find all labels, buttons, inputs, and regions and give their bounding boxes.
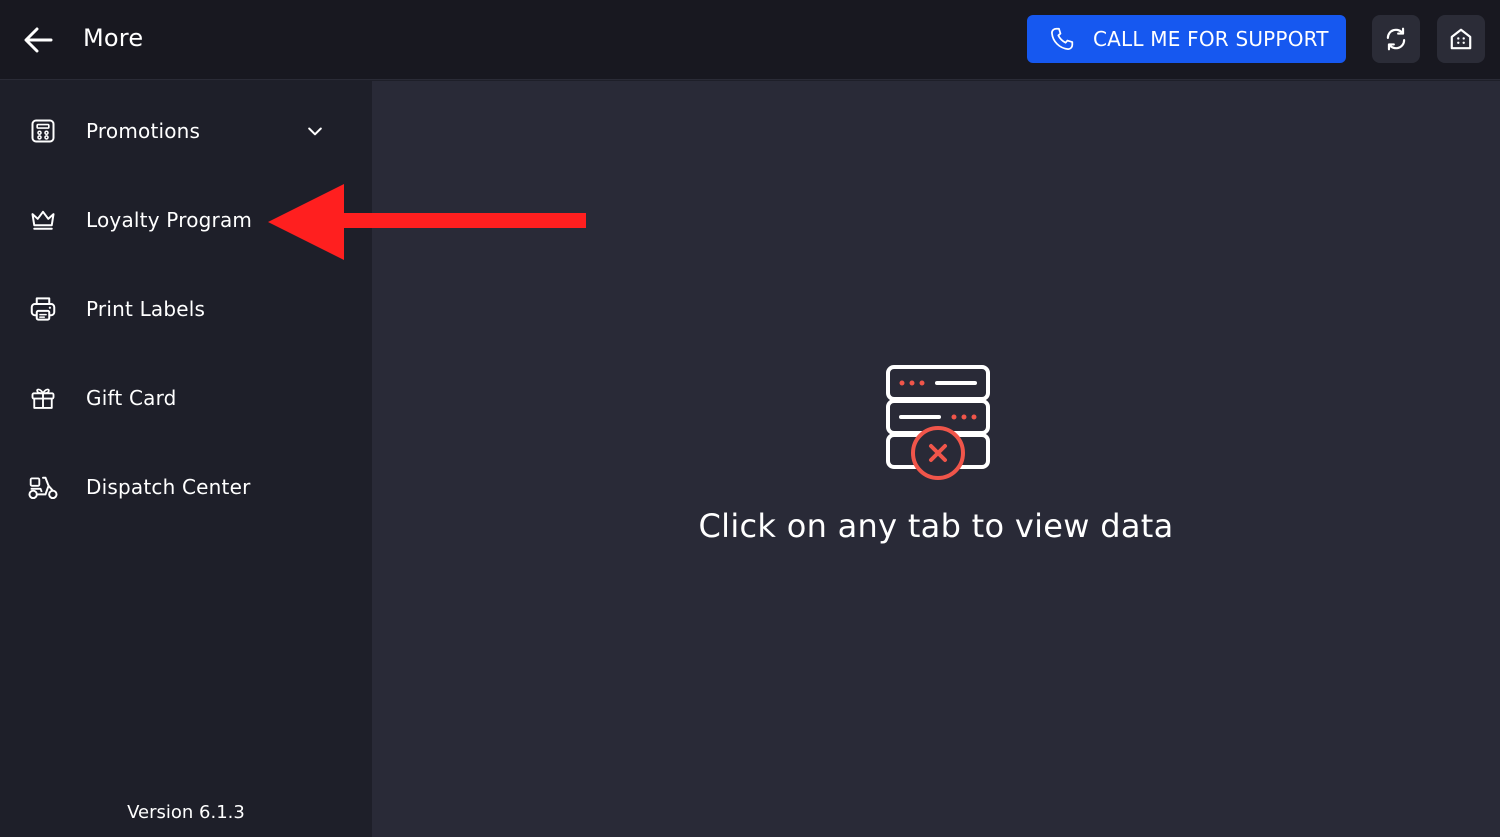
- gift-icon: [27, 382, 59, 414]
- app-window: More CALL ME FOR SUPPORT Promotions Loya…: [0, 0, 1500, 837]
- sidebar-item-label: Gift Card: [86, 386, 177, 410]
- scooter-icon: [27, 471, 59, 503]
- main-content: Click on any tab to view data: [372, 81, 1500, 837]
- server-error-icon: [885, 365, 993, 483]
- sidebar: Promotions Loyalty Program Print Labels …: [0, 81, 372, 837]
- home-button[interactable]: [1437, 15, 1485, 63]
- sidebar-item-gift-card[interactable]: Gift Card: [0, 368, 372, 428]
- empty-state-message: Click on any tab to view data: [698, 507, 1174, 545]
- chevron-down-icon[interactable]: [303, 119, 327, 143]
- sidebar-item-label: Loyalty Program: [86, 208, 253, 232]
- printer-icon: [27, 293, 59, 325]
- sidebar-item-print-labels[interactable]: Print Labels: [0, 279, 372, 339]
- refresh-button[interactable]: [1372, 15, 1420, 63]
- page-title: More: [83, 24, 144, 52]
- top-bar: More CALL ME FOR SUPPORT: [0, 0, 1500, 80]
- promotions-icon: [27, 115, 59, 147]
- sidebar-item-dispatch-center[interactable]: Dispatch Center: [0, 457, 372, 517]
- call-support-label: CALL ME FOR SUPPORT: [1093, 27, 1329, 51]
- back-button[interactable]: [18, 20, 58, 60]
- crown-icon: [27, 204, 59, 236]
- sidebar-item-label: Dispatch Center: [86, 475, 251, 499]
- refresh-icon: [1386, 27, 1406, 51]
- call-support-button[interactable]: CALL ME FOR SUPPORT: [1027, 15, 1346, 63]
- app-version: Version 6.1.3: [127, 802, 245, 823]
- phone-icon: [1049, 26, 1075, 52]
- sidebar-item-label: Promotions: [86, 119, 201, 143]
- sidebar-item-loyalty-program[interactable]: Loyalty Program: [0, 190, 372, 250]
- sidebar-item-label: Print Labels: [86, 297, 206, 321]
- arrow-left-icon: [24, 27, 53, 53]
- sidebar-item-promotions[interactable]: Promotions: [0, 101, 372, 161]
- home-icon: [1450, 28, 1472, 50]
